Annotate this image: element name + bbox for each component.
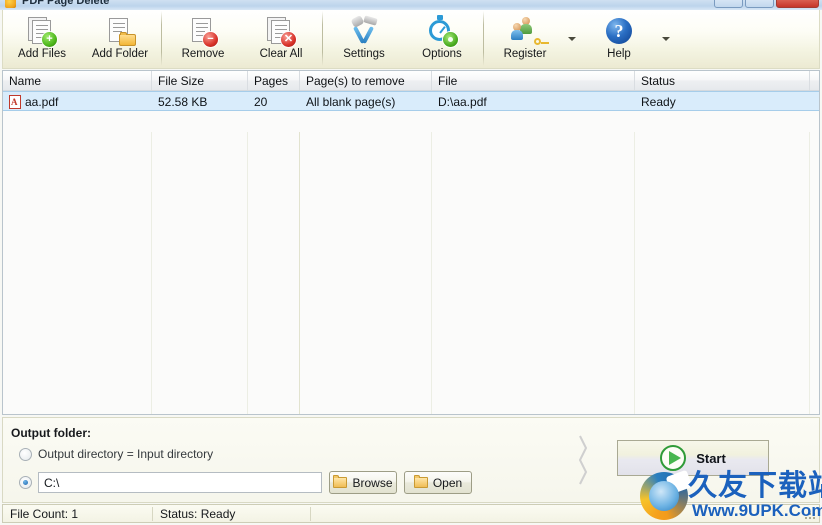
app-icon [5, 0, 16, 8]
pdf-file-icon [9, 95, 21, 109]
key-icon [534, 38, 549, 45]
radio-custom-folder[interactable] [19, 476, 32, 489]
output-path-input[interactable] [38, 472, 322, 493]
options-button[interactable]: Options [403, 10, 481, 66]
column-header-status[interactable]: Status [635, 71, 810, 90]
add-folder-label: Add Folder [91, 48, 149, 60]
add-files-icon: + [26, 15, 58, 47]
add-files-label: Add Files [18, 48, 66, 60]
gear-icon [443, 32, 458, 47]
window-title: PDF Page Delete [22, 0, 110, 7]
add-folder-button[interactable]: Add Folder [81, 10, 159, 66]
file-list-empty-area[interactable] [3, 111, 819, 414]
toolbar-separator [483, 11, 484, 66]
remove-button[interactable]: − Remove [164, 10, 242, 66]
settings-label: Settings [343, 48, 385, 60]
table-row[interactable]: aa.pdf 52.58 KB 20 All blank page(s) D:\… [3, 91, 819, 111]
folder-icon [413, 475, 428, 488]
add-files-button[interactable]: + Add Files [3, 10, 81, 66]
title-bar: PDF Page Delete [0, 0, 822, 10]
maximize-button[interactable] [745, 0, 774, 8]
application-window: PDF Page Delete + Add Files Add Folder −… [0, 0, 822, 525]
minus-badge-icon: − [203, 32, 218, 47]
close-button[interactable] [776, 0, 819, 8]
help-dropdown-button[interactable] [658, 10, 674, 66]
play-icon [660, 445, 687, 471]
cell-status: Ready [641, 95, 676, 109]
output-custom-option[interactable]: Browse Open [19, 471, 472, 494]
minimize-button[interactable] [714, 0, 743, 8]
cell-name: aa.pdf [3, 92, 152, 110]
status-state: Status: Ready [160, 506, 236, 521]
help-icon: ? [603, 15, 635, 47]
browse-button[interactable]: Browse [329, 471, 397, 494]
plus-badge-icon: + [42, 32, 57, 47]
remove-icon: − [187, 15, 219, 47]
options-icon [426, 15, 458, 47]
toolbar-separator [161, 11, 162, 66]
radio-same-as-input[interactable] [19, 447, 32, 461]
cell-pages-to-remove: All blank page(s) [306, 95, 396, 109]
window-controls [714, 0, 819, 8]
file-list-header: Name File Size Pages Page(s) to remove F… [3, 71, 819, 91]
toolbar-separator [322, 11, 323, 66]
browse-label: Browse [352, 475, 393, 490]
cell-size: 52.58 KB [158, 95, 208, 109]
cell-name-text: aa.pdf [25, 95, 59, 109]
output-same-as-input-option[interactable]: Output directory = Input directory [19, 447, 213, 461]
start-label: Start [696, 450, 726, 466]
toolbar-group-files: + Add Files Add Folder [3, 10, 159, 67]
resize-grip[interactable] [805, 509, 817, 521]
toolbar-group-help: Register ? Help [486, 10, 674, 67]
folder-icon [333, 475, 348, 488]
add-folder-icon [104, 15, 136, 47]
register-dropdown-button[interactable] [564, 10, 580, 66]
radio-same-as-input-label: Output directory = Input directory [38, 447, 214, 461]
cross-badge-icon: ✕ [281, 32, 296, 47]
chevron-down-icon [568, 37, 576, 41]
cell-file: D:\aa.pdf [438, 95, 487, 109]
help-button[interactable]: ? Help [580, 10, 658, 66]
register-button[interactable]: Register [486, 10, 564, 66]
status-file-count: File Count: 1 [10, 506, 79, 521]
clear-all-icon: ✕ [265, 15, 297, 47]
clear-all-button[interactable]: ✕ Clear All [242, 10, 320, 66]
output-folder-title: Output folder: [11, 426, 91, 440]
panel-splitter[interactable] [576, 426, 590, 494]
column-header-name[interactable]: Name [3, 71, 152, 90]
register-label: Register [503, 48, 547, 60]
toolbar-group-edit: − Remove ✕ Clear All [164, 10, 320, 67]
register-icon [509, 15, 549, 47]
column-header-file[interactable]: File [432, 71, 635, 90]
cell-pages: 20 [254, 95, 268, 109]
toolbar: + Add Files Add Folder − Remove ✕ Clear … [2, 10, 820, 69]
help-label: Help [607, 48, 631, 60]
open-button[interactable]: Open [404, 471, 472, 494]
start-button[interactable]: Start [617, 440, 769, 476]
remove-label: Remove [181, 48, 225, 60]
column-header-remove[interactable]: Page(s) to remove [300, 71, 432, 90]
chevron-down-icon [662, 37, 670, 41]
settings-icon [348, 14, 380, 47]
folder-badge-icon [119, 32, 136, 46]
status-bar: File Count: 1 Status: Ready [2, 504, 820, 523]
column-header-pages[interactable]: Pages [248, 71, 300, 90]
settings-button[interactable]: Settings [325, 10, 403, 66]
open-label: Open [432, 475, 463, 490]
clear-all-label: Clear All [259, 48, 303, 60]
column-header-size[interactable]: File Size [152, 71, 248, 90]
file-list[interactable]: Name File Size Pages Page(s) to remove F… [2, 70, 820, 415]
options-label: Options [422, 48, 462, 60]
toolbar-group-config: Settings Options [325, 10, 481, 67]
